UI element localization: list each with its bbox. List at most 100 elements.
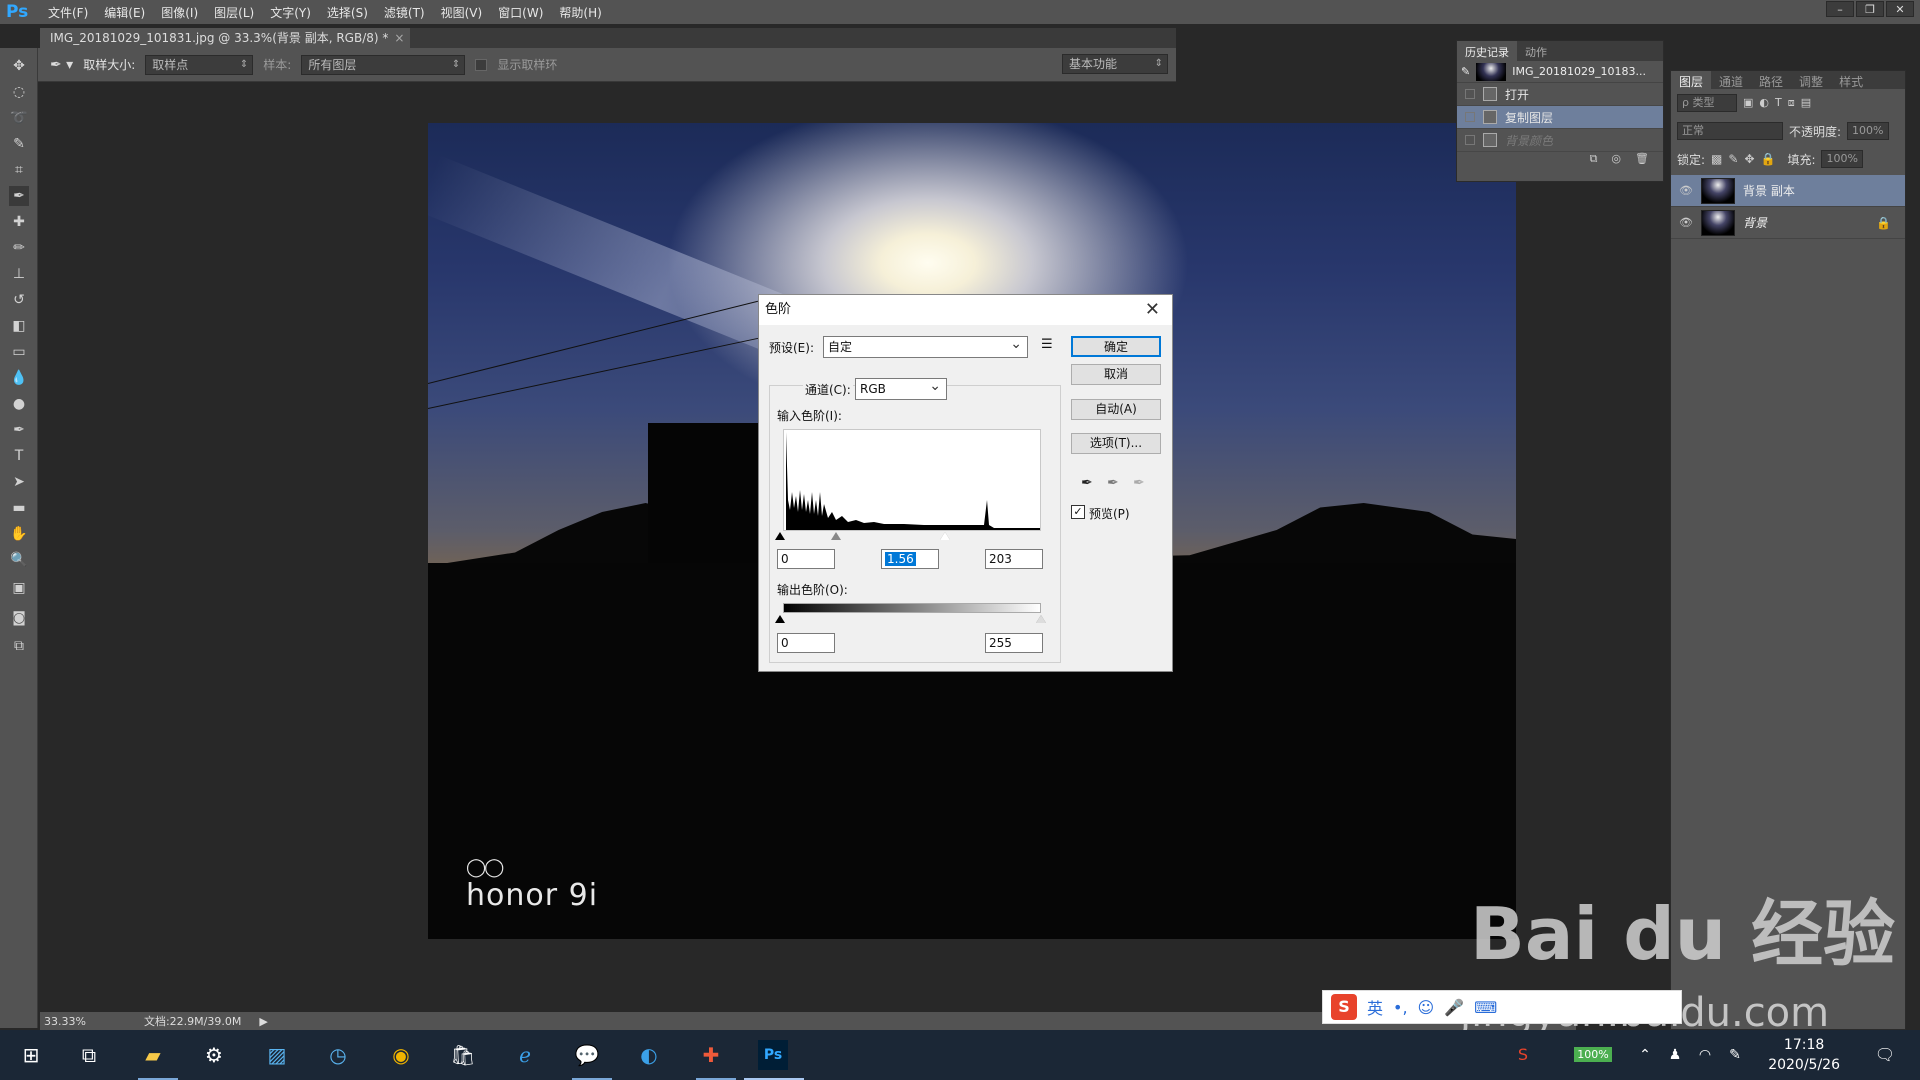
snapshot-camera-icon[interactable]: ◎ <box>1611 152 1621 170</box>
eraser-tool-icon[interactable]: ◧ <box>9 316 29 336</box>
layer-row-background[interactable]: 👁 背景 🔒 <box>1671 207 1905 239</box>
move-tool-icon[interactable]: ✥ <box>9 56 29 76</box>
layer-filter-select[interactable]: ρ 类型 <box>1677 94 1737 112</box>
ok-button[interactable]: 确定 <box>1071 336 1161 357</box>
windows-start-icon[interactable]: ⊞ <box>16 1040 46 1070</box>
minimize-button[interactable]: – <box>1826 1 1854 17</box>
restore-button[interactable]: ❐ <box>1856 1 1884 17</box>
layer-row-background-copy[interactable]: 👁 背景 副本 <box>1671 175 1905 207</box>
preset-select[interactable]: 自定 <box>823 334 1028 358</box>
zoom-level[interactable]: 33.33% <box>44 1015 86 1028</box>
menu-select[interactable]: 选择(S) <box>319 4 376 21</box>
lasso-tool-icon[interactable]: ➰ <box>9 108 29 128</box>
input-white-field[interactable]: 203 <box>985 549 1043 569</box>
lock-icons[interactable]: ▩✎✥🔒 <box>1711 152 1781 166</box>
output-black-field[interactable]: 0 <box>777 633 835 653</box>
wechat-icon[interactable]: 💬 <box>572 1040 602 1070</box>
history-snapshot[interactable]: ✎ IMG_20181029_10183... <box>1457 61 1663 83</box>
ime-mode[interactable]: 英 <box>1367 995 1383 1019</box>
color-swatches-icon[interactable]: ▣ <box>9 578 29 598</box>
ie-browser-icon[interactable]: ℯ <box>510 1040 540 1070</box>
doc-size[interactable]: 文档:22.9M/39.0M <box>144 1013 241 1029</box>
tab-layers[interactable]: 图层 <box>1671 71 1712 89</box>
path-select-tool-icon[interactable]: ➤ <box>9 472 29 492</box>
dodge-tool-icon[interactable]: ● <box>9 394 29 414</box>
close-icon[interactable]: ✕ <box>1145 299 1160 320</box>
sample-select[interactable]: 所有图层 <box>301 54 466 75</box>
document-tab[interactable]: IMG_20181029_101831.jpg @ 33.3%(背景 副本, R… <box>40 28 411 48</box>
opacity-input[interactable]: 100% <box>1847 122 1889 140</box>
menu-file[interactable]: 文件(F) <box>40 4 96 21</box>
menu-image[interactable]: 图像(I) <box>153 4 206 21</box>
pen-tray-icon[interactable]: ✎ <box>1720 1040 1750 1070</box>
screen-mode-icon[interactable]: ⧉ <box>9 636 29 656</box>
app-grid-icon[interactable]: ✚ <box>696 1040 726 1070</box>
brush-tool-icon[interactable]: ✏ <box>9 238 29 258</box>
input-gamma-slider[interactable] <box>831 532 841 540</box>
tray-chevron-icon[interactable]: ⌃ <box>1630 1040 1660 1070</box>
punctuation-icon[interactable]: •, <box>1393 998 1408 1017</box>
eyedropper-tool-icon[interactable]: ✒ <box>9 186 29 206</box>
clock-icon[interactable]: ◷ <box>323 1040 353 1070</box>
eye-icon[interactable]: 👁 <box>1679 216 1693 229</box>
gradient-tool-icon[interactable]: ▭ <box>9 342 29 362</box>
cancel-button[interactable]: 取消 <box>1071 364 1161 385</box>
shape-tool-icon[interactable]: ▬ <box>9 498 29 518</box>
new-document-icon[interactable]: ⧉ <box>1590 152 1598 170</box>
emoji-icon[interactable]: ☺ <box>1418 998 1435 1017</box>
quick-mask-icon[interactable]: ◙ <box>9 608 29 628</box>
eye-icon[interactable]: 👁 <box>1679 184 1693 197</box>
keyboard-icon[interactable]: ⌨ <box>1474 998 1497 1017</box>
history-item-open[interactable]: 打开 <box>1457 83 1663 106</box>
output-white-slider[interactable] <box>1036 615 1046 623</box>
tab-history[interactable]: 历史记录 <box>1457 41 1517 61</box>
blur-tool-icon[interactable]: 💧 <box>9 368 29 388</box>
stamp-tool-icon[interactable]: ⊥ <box>9 264 29 284</box>
history-checkbox[interactable] <box>1465 112 1475 122</box>
crop-tool-icon[interactable]: ⌗ <box>9 160 29 180</box>
menu-window[interactable]: 窗口(W) <box>490 4 551 21</box>
notification-icon[interactable]: 🗨 <box>1870 1040 1900 1070</box>
trash-icon[interactable]: 🗑 <box>1635 152 1649 170</box>
photos-icon[interactable]: ▨ <box>262 1040 292 1070</box>
input-white-slider[interactable] <box>940 532 950 540</box>
preview-checkbox[interactable]: ✓ <box>1071 505 1085 519</box>
channel-select[interactable]: RGB <box>855 376 947 400</box>
output-white-field[interactable]: 255 <box>985 633 1043 653</box>
workspace-select[interactable]: 基本功能 <box>1062 54 1168 74</box>
store-icon[interactable]: 🛍 <box>448 1040 478 1070</box>
sogou-logo-icon[interactable]: S <box>1331 994 1357 1020</box>
marquee-tool-icon[interactable]: ◌ <box>9 82 29 102</box>
quick-select-tool-icon[interactable]: ✎ <box>9 134 29 154</box>
history-brush-tool-icon[interactable]: ↺ <box>9 290 29 310</box>
history-checkbox[interactable] <box>1465 89 1475 99</box>
input-gamma-field[interactable]: 1.56 <box>881 549 939 569</box>
history-item-duplicate-layer[interactable]: 复制图层 <box>1457 106 1663 129</box>
pen-tool-icon[interactable]: ✒ <box>9 420 29 440</box>
blend-mode-select[interactable]: 正常 <box>1677 122 1783 140</box>
menu-edit[interactable]: 编辑(E) <box>96 4 153 21</box>
close-window-button[interactable]: ✕ <box>1886 1 1914 17</box>
preset-options-icon[interactable]: ☰ <box>1041 337 1053 352</box>
history-checkbox[interactable] <box>1465 135 1475 145</box>
menu-help[interactable]: 帮助(H) <box>551 4 609 21</box>
black-eyedropper-icon[interactable]: ✒ <box>1081 475 1093 491</box>
output-black-slider[interactable] <box>775 615 785 623</box>
chrome-icon[interactable]: ◉ <box>386 1040 416 1070</box>
white-eyedropper-icon[interactable]: ✒ <box>1133 475 1145 491</box>
menu-type[interactable]: 文字(Y) <box>262 4 319 21</box>
input-black-field[interactable]: 0 <box>777 549 835 569</box>
status-arrow-icon[interactable]: ▶ <box>259 1015 267 1028</box>
battery-indicator[interactable]: 100% <box>1568 1040 1618 1070</box>
tab-actions[interactable]: 动作 <box>1517 41 1555 61</box>
close-tab-icon[interactable]: × <box>394 28 404 48</box>
task-view-icon[interactable]: ⧉ <box>74 1040 104 1070</box>
sample-size-select[interactable]: 取样点 <box>145 54 254 75</box>
history-item-background[interactable]: 背景颜色 <box>1457 129 1663 152</box>
auto-button[interactable]: 自动(A) <box>1071 399 1161 420</box>
file-explorer-icon[interactable]: ▰ <box>138 1040 168 1070</box>
qq-browser-icon[interactable]: ◐ <box>634 1040 664 1070</box>
photoshop-taskbar-icon[interactable]: Ps <box>758 1040 788 1070</box>
clock[interactable]: 17:18 2020/5/26 <box>1768 1035 1840 1075</box>
tab-styles[interactable]: 样式 <box>1831 71 1871 89</box>
